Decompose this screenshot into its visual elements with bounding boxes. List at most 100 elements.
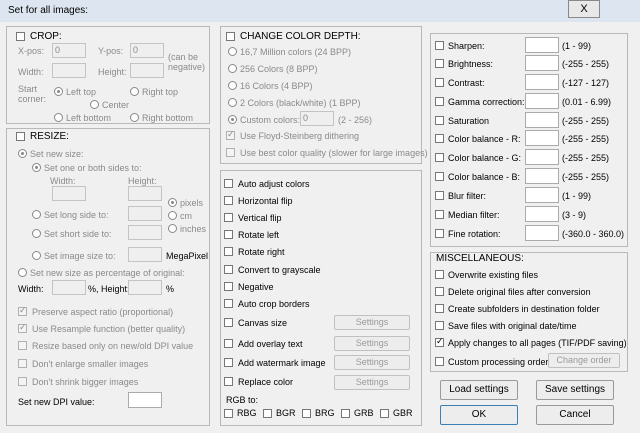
saturation-input[interactable] xyxy=(525,112,559,128)
radio-image-size[interactable] xyxy=(32,251,41,260)
best-quality-checkbox[interactable] xyxy=(226,148,235,157)
auto-crop-checkbox[interactable] xyxy=(224,299,233,308)
rgb-gbr-checkbox[interactable] xyxy=(380,409,389,418)
color-depth-checkbox[interactable] xyxy=(226,32,235,41)
color-depth-title: CHANGE COLOR DEPTH: xyxy=(240,31,361,42)
cb-r-checkbox[interactable] xyxy=(435,134,444,143)
load-settings-button[interactable]: Load settings xyxy=(440,380,518,400)
long-side-input[interactable] xyxy=(128,206,162,221)
cb-g-checkbox[interactable] xyxy=(435,153,444,162)
window-close-button[interactable]: X xyxy=(568,0,600,18)
radio-1bpp[interactable] xyxy=(228,98,237,107)
v-flip-checkbox[interactable] xyxy=(224,213,233,222)
rot-right-checkbox[interactable] xyxy=(224,247,233,256)
use-resample-checkbox[interactable] xyxy=(18,322,27,333)
negative-checkbox[interactable] xyxy=(224,282,233,291)
radio-8bpp[interactable] xyxy=(228,64,237,73)
cb-b-checkbox[interactable] xyxy=(435,172,444,181)
radio-24bpp[interactable] xyxy=(228,47,237,56)
median-input[interactable] xyxy=(525,206,559,222)
rgb-brg-checkbox[interactable] xyxy=(302,409,311,418)
x-pos-input[interactable]: 0 xyxy=(52,43,86,58)
radio-center[interactable] xyxy=(90,100,99,109)
crop-width-input[interactable] xyxy=(52,63,86,78)
gamma-checkbox[interactable] xyxy=(435,97,444,106)
cancel-button[interactable]: Cancel xyxy=(536,405,614,425)
pct-width-input[interactable] xyxy=(52,280,86,295)
rot-left-label: Rotate left xyxy=(238,230,280,240)
canvas-size-checkbox[interactable] xyxy=(224,318,233,327)
fine-rot-checkbox[interactable] xyxy=(435,229,444,238)
save-settings-button[interactable]: Save settings xyxy=(536,380,614,400)
brightness-checkbox[interactable] xyxy=(435,59,444,68)
radio-custom-colors[interactable] xyxy=(228,115,237,124)
canvas-size-settings-button[interactable]: Settings xyxy=(334,315,410,330)
brightness-input[interactable] xyxy=(525,55,559,71)
new-dpi-input[interactable] xyxy=(128,392,162,408)
radio-left-bottom[interactable] xyxy=(54,113,63,122)
crop-height-input[interactable] xyxy=(130,63,164,78)
cb-g-input[interactable] xyxy=(525,149,559,165)
gamma-input[interactable] xyxy=(525,93,559,109)
dont-enlarge-checkbox[interactable] xyxy=(18,359,27,368)
overlay-text-checkbox[interactable] xyxy=(224,339,233,348)
fine-rot-input[interactable] xyxy=(525,225,559,241)
contrast-input[interactable] xyxy=(525,74,559,90)
resize-height-input[interactable] xyxy=(128,186,162,201)
rgb-rbg-checkbox[interactable] xyxy=(224,409,233,418)
radio-right-top[interactable] xyxy=(130,87,139,96)
radio-pixels[interactable] xyxy=(168,198,177,207)
radio-long-side[interactable] xyxy=(32,210,41,219)
short-side-input[interactable] xyxy=(128,225,162,240)
dont-shrink-checkbox[interactable] xyxy=(18,377,27,386)
auto-adjust-checkbox[interactable] xyxy=(224,179,233,188)
blur-checkbox[interactable] xyxy=(435,191,444,200)
ok-button[interactable]: OK xyxy=(440,405,518,425)
save-date-checkbox[interactable] xyxy=(435,321,444,330)
radio-set-new-size[interactable] xyxy=(18,149,27,158)
replace-color-settings-button[interactable]: Settings xyxy=(334,375,410,390)
radio-right-bottom[interactable] xyxy=(130,113,139,122)
radio-4bpp[interactable] xyxy=(228,81,237,90)
subfolders-checkbox[interactable] xyxy=(435,304,444,313)
watermark-checkbox[interactable] xyxy=(224,358,233,367)
contrast-checkbox[interactable] xyxy=(435,78,444,87)
custom-colors-input[interactable]: 0 xyxy=(300,111,334,126)
delete-originals-checkbox[interactable] xyxy=(435,287,444,296)
cb-r-input[interactable] xyxy=(525,130,559,146)
y-pos-input[interactable]: 0 xyxy=(130,43,164,58)
rgb-grb-checkbox[interactable] xyxy=(341,409,350,418)
left-bottom-label: Left bottom xyxy=(66,113,112,123)
grayscale-checkbox[interactable] xyxy=(224,265,233,274)
sharpen-checkbox[interactable] xyxy=(435,41,444,50)
image-size-input[interactable] xyxy=(128,247,162,262)
median-checkbox[interactable] xyxy=(435,210,444,219)
resize-width-input[interactable] xyxy=(52,186,86,201)
preserve-aspect-checkbox[interactable] xyxy=(18,305,27,316)
rot-left-checkbox[interactable] xyxy=(224,230,233,239)
replace-color-checkbox[interactable] xyxy=(224,377,233,386)
resize-dpi-checkbox[interactable] xyxy=(18,341,27,350)
rgb-bgr-checkbox[interactable] xyxy=(263,409,272,418)
sharpen-input[interactable] xyxy=(525,37,559,53)
watermark-settings-button[interactable]: Settings xyxy=(334,355,410,370)
pct-height-input[interactable] xyxy=(128,280,162,295)
crop-checkbox[interactable] xyxy=(16,32,25,41)
radio-percentage[interactable] xyxy=(18,268,27,277)
radio-cm[interactable] xyxy=(168,211,177,220)
apply-all-pages-checkbox[interactable] xyxy=(435,336,444,347)
floyd-checkbox[interactable] xyxy=(226,129,235,140)
cb-b-input[interactable] xyxy=(525,168,559,184)
radio-left-top[interactable] xyxy=(54,87,63,96)
change-order-button[interactable]: Change order xyxy=(548,353,620,368)
blur-input[interactable] xyxy=(525,187,559,203)
radio-inches[interactable] xyxy=(168,224,177,233)
overwrite-checkbox[interactable] xyxy=(435,270,444,279)
radio-one-or-both[interactable] xyxy=(32,163,41,172)
overlay-text-settings-button[interactable]: Settings xyxy=(334,336,410,351)
resize-checkbox[interactable] xyxy=(16,132,25,141)
h-flip-checkbox[interactable] xyxy=(224,196,233,205)
saturation-checkbox[interactable] xyxy=(435,116,444,125)
custom-order-checkbox[interactable] xyxy=(435,357,444,366)
radio-short-side[interactable] xyxy=(32,229,41,238)
